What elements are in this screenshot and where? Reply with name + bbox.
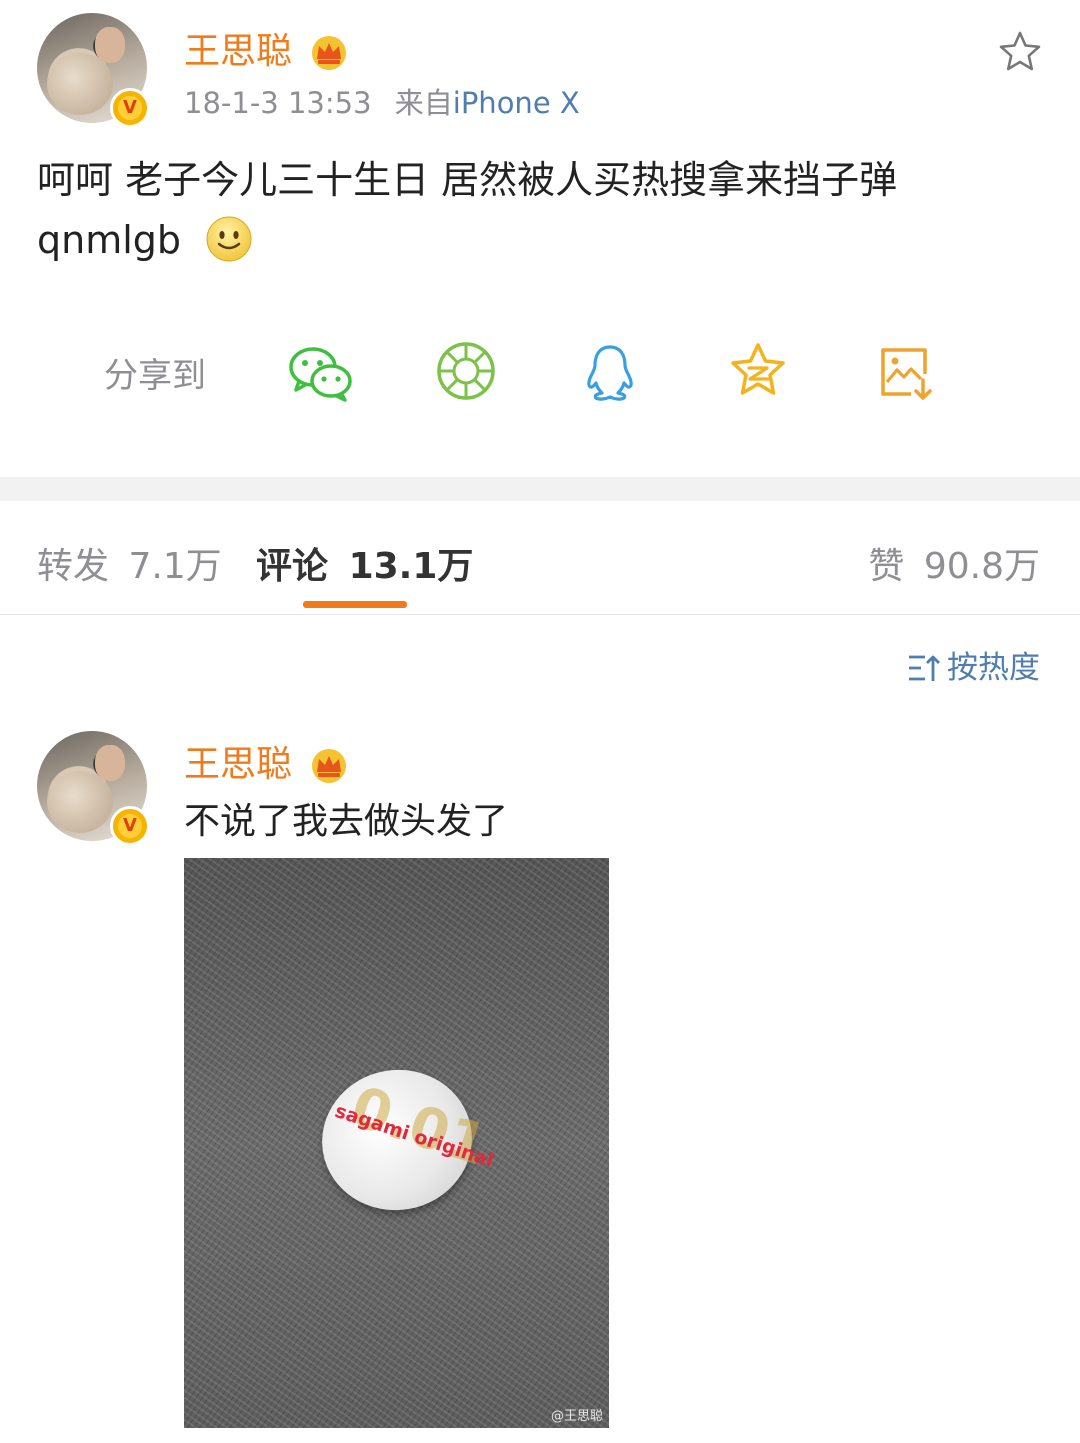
section-divider xyxy=(0,477,1080,501)
comment-text: 不说了我去做头发了 xyxy=(184,801,509,842)
share-label: 分享到 xyxy=(104,356,206,396)
post-text-line1: 呵呵 老子今儿三十生日 居然被人买热搜拿来挡子弹 xyxy=(37,158,898,202)
wechat-icon[interactable] xyxy=(287,343,353,403)
sort-icon xyxy=(909,655,940,681)
avatar-face-shape xyxy=(95,745,125,781)
sort-by-hot-button[interactable]: 按热度 xyxy=(907,642,1040,687)
tab-active-indicator xyxy=(303,601,407,608)
tab-comments[interactable]: 评论 13.1万 xyxy=(256,537,473,589)
avatar-cat-shape xyxy=(47,771,113,833)
post-source-link[interactable]: iPhone X xyxy=(453,86,580,120)
tab-likes-label: 赞 xyxy=(868,546,905,587)
comment-photo[interactable]: 0.01 sagami original @王思聪 xyxy=(184,858,609,1428)
moments-icon[interactable] xyxy=(436,341,496,401)
post-text-line2: qnmlgb xyxy=(37,218,182,262)
save-image-icon[interactable] xyxy=(877,344,935,402)
avatar-face-shape xyxy=(95,27,125,63)
tabs-bottom-border xyxy=(0,614,1080,615)
tab-likes[interactable]: 赞 90.8万 xyxy=(868,537,1040,589)
verified-badge-icon: V xyxy=(110,806,150,846)
source-prefix: 来自 xyxy=(394,86,453,120)
tab-reposts-label: 转发 xyxy=(37,546,110,587)
smile-emoji-icon xyxy=(206,216,252,262)
post-timestamp: 18-1-3 13:53 xyxy=(184,86,372,120)
post-body: 呵呵 老子今儿三十生日 居然被人买热搜拿来挡子弹 qnmlgb xyxy=(37,150,1037,270)
favorite-star-icon[interactable] xyxy=(998,30,1042,72)
post-meta: 18-1-3 13:53 来自iPhone X xyxy=(184,80,580,122)
author-name[interactable]: 王思聪 xyxy=(184,31,292,72)
verified-badge-icon: V xyxy=(110,88,150,128)
tab-comments-count: 13.1万 xyxy=(348,546,474,587)
author-name-row[interactable]: 王思聪 xyxy=(184,22,349,74)
tab-reposts-count: 7.1万 xyxy=(128,546,222,587)
qq-icon[interactable] xyxy=(584,343,636,403)
qzone-icon[interactable] xyxy=(727,341,789,401)
tab-reposts[interactable]: 转发 7.1万 xyxy=(37,537,222,589)
photo-watermark: @王思聪 xyxy=(550,1409,603,1424)
avatar-cat-shape xyxy=(47,53,113,115)
sort-label: 按热度 xyxy=(947,650,1040,686)
comment-author-row[interactable]: 王思聪 xyxy=(184,735,349,787)
crown-icon xyxy=(312,749,347,783)
photo-packet: 0.01 sagami original xyxy=(310,1058,496,1222)
post-text-line2-wrap: qnmlgb xyxy=(37,210,1037,270)
tab-likes-count: 90.8万 xyxy=(923,546,1040,587)
crown-icon xyxy=(312,36,347,70)
comment-author-name[interactable]: 王思聪 xyxy=(184,744,292,785)
tab-comments-label: 评论 xyxy=(256,546,329,587)
